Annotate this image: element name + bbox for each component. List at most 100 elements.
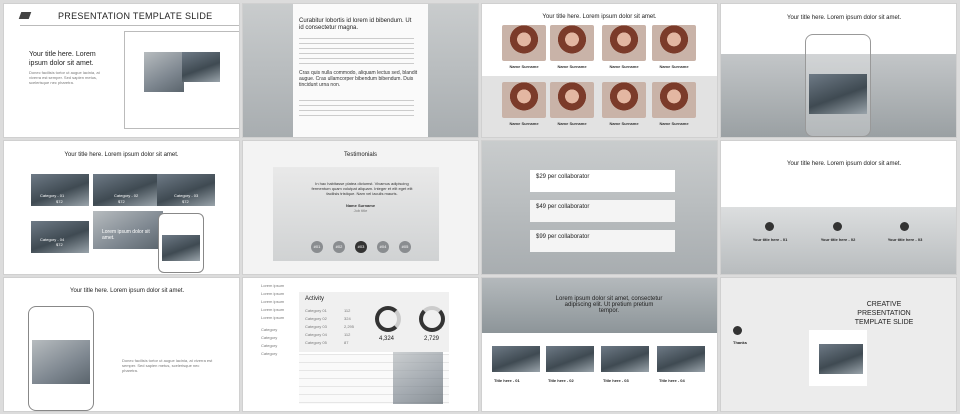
slide-6[interactable]: Testimonials In hac habitasse platea dic… <box>243 141 478 274</box>
photo <box>809 74 867 114</box>
testimonial-dot[interactable]: #03 <box>355 241 367 253</box>
slide-title: PRESENTATION TEMPLATE SLIDE <box>58 11 213 21</box>
slide-9[interactable]: Your title here. Lorem ipsum dolor sit a… <box>4 278 239 411</box>
row-value: 87 <box>344 340 349 345</box>
name: Name Surname <box>659 64 689 69</box>
row-label: Category 01 <box>305 308 327 313</box>
portrait <box>502 25 546 61</box>
category-label: Category - 01 <box>40 193 65 198</box>
portrait <box>652 25 696 61</box>
feature-icon <box>765 222 774 231</box>
slide-grid: PRESENTATION TEMPLATE SLIDE Your title h… <box>0 0 960 414</box>
portrait <box>550 25 594 61</box>
slide-title: Your title here. Lorem ipsum dolor sit a… <box>64 152 179 158</box>
card-title: Title here - 03 <box>603 378 629 383</box>
gauge <box>419 306 445 332</box>
row-value: 112 <box>344 332 351 337</box>
photo <box>144 52 184 92</box>
photo <box>32 340 90 384</box>
feature-title: Your title here - 03 <box>887 237 923 242</box>
feature-title: Your title here - 01 <box>752 237 788 242</box>
category-label: Category - 02 <box>114 193 139 198</box>
testimonial-dot[interactable]: #04 <box>377 241 389 253</box>
feature-icon <box>733 326 742 335</box>
name: Name Surname <box>609 121 639 126</box>
card-photo[interactable] <box>657 346 705 372</box>
card-photo[interactable] <box>492 346 540 372</box>
body-text: Lorem ipsum dolor sit amet. <box>102 229 150 241</box>
slide-8[interactable]: Your title here. Lorem ipsum dolor sit a… <box>721 141 956 274</box>
divider <box>20 25 239 26</box>
row-label: Category 03 <box>305 324 327 329</box>
slide-2[interactable]: Curabitur lobortis id lorem id bibendum.… <box>243 4 478 137</box>
sidebar-item[interactable]: Lorem ipsum <box>261 315 284 320</box>
role: Job title <box>353 208 368 213</box>
testimonial-dot[interactable]: #02 <box>333 241 345 253</box>
sidebar-item[interactable]: Lorem ipsum <box>261 299 284 304</box>
activity-title: Activity <box>305 296 325 302</box>
plan-price: $49 per collaborator <box>536 204 590 210</box>
sidebar-item[interactable]: Lorem ipsum <box>261 307 284 312</box>
photo <box>819 344 863 374</box>
body-text <box>299 100 414 120</box>
slide-7[interactable]: $29 per collaborator $49 per collaborato… <box>482 141 717 274</box>
slide-title: Your title here. Lorem ipsum dolor sit a… <box>70 288 185 294</box>
sidebar-item[interactable]: Category <box>261 343 277 348</box>
portrait <box>602 82 646 118</box>
row-value: 2,295 <box>344 324 355 329</box>
sidebar-item[interactable]: Category <box>261 351 277 356</box>
slide-title: Testimonials <box>343 152 377 158</box>
slide-1[interactable]: PRESENTATION TEMPLATE SLIDE Your title h… <box>4 4 239 137</box>
portrait <box>602 25 646 61</box>
body-text: Donec facilisis tortor ut augue lacinia,… <box>122 358 213 373</box>
price: $72 <box>56 199 63 204</box>
sidebar-item[interactable]: Lorem ipsum <box>261 283 284 288</box>
plan-price: $99 per collaborator <box>536 234 590 240</box>
heading: Curabitur lobortis id lorem id bibendum.… <box>299 18 412 31</box>
category-card[interactable] <box>93 174 157 206</box>
quote: Cras quis nulla commodo, aliquam lectus … <box>299 70 418 88</box>
gauge-value: 2,729 <box>424 336 440 342</box>
portrait <box>502 82 546 118</box>
price: $72 <box>56 242 63 247</box>
name: Name Surname <box>609 64 639 69</box>
sidebar-item[interactable]: Lorem ipsum <box>261 291 284 296</box>
category-label: Category - 03 <box>174 193 199 198</box>
body-text <box>299 38 414 68</box>
gauge-value: 4,324 <box>379 336 395 342</box>
slide-12[interactable]: CREATIVE PRESENTATION TEMPLATE SLIDE Tha… <box>721 278 956 411</box>
heading: CREATIVE PRESENTATION TEMPLATE SLIDE <box>854 301 914 326</box>
row-value: 324 <box>344 316 351 321</box>
slide-4[interactable]: Your title here. Lorem ipsum dolor sit a… <box>721 4 956 137</box>
slide-title: Your title here. Lorem ipsum dolor sit a… <box>787 15 902 21</box>
slide-5[interactable]: Your title here. Lorem ipsum dolor sit a… <box>4 141 239 274</box>
card-title: Title here - 02 <box>548 378 574 383</box>
sidebar-item[interactable]: Category <box>261 327 277 332</box>
body-text: Donec facilisis tortor ut augue lacinia,… <box>29 70 100 85</box>
name: Name Surname <box>509 64 539 69</box>
name: Name Surname <box>557 121 587 126</box>
slide-10[interactable]: Lorem ipsum Lorem ipsum Lorem ipsum Lore… <box>243 278 478 411</box>
slide-11[interactable]: Lorem ipsum dolor sit amet, consectetur … <box>482 278 717 411</box>
card-title: Title here - 01 <box>494 378 520 383</box>
testimonial-dot[interactable]: #01 <box>311 241 323 253</box>
name: Name Surname <box>557 64 587 69</box>
photo <box>162 235 200 261</box>
label: Thanks <box>733 340 748 345</box>
slide-title: Your title here. Lorem ipsum dolor sit a… <box>787 161 902 167</box>
quote: In hac habitasse platea dictumst. Vivamu… <box>311 181 413 196</box>
card-photo[interactable] <box>546 346 594 372</box>
name: Name Surname <box>509 121 539 126</box>
logo-icon <box>18 12 32 19</box>
portrait <box>652 82 696 118</box>
slide-3[interactable]: Your title here. Lorem ipsum dolor sit a… <box>482 4 717 137</box>
photo <box>393 352 443 404</box>
heading: Lorem ipsum dolor sit amet, consectetur … <box>555 296 663 314</box>
slide-title: Your title here. Lorem ipsum dolor sit a… <box>542 14 657 20</box>
price: $72 <box>182 199 189 204</box>
card-title: Title here - 04 <box>659 378 685 383</box>
sidebar-item[interactable]: Category <box>261 335 277 340</box>
testimonial-dot[interactable]: #05 <box>399 241 411 253</box>
price: $72 <box>118 199 125 204</box>
card-photo[interactable] <box>601 346 649 372</box>
